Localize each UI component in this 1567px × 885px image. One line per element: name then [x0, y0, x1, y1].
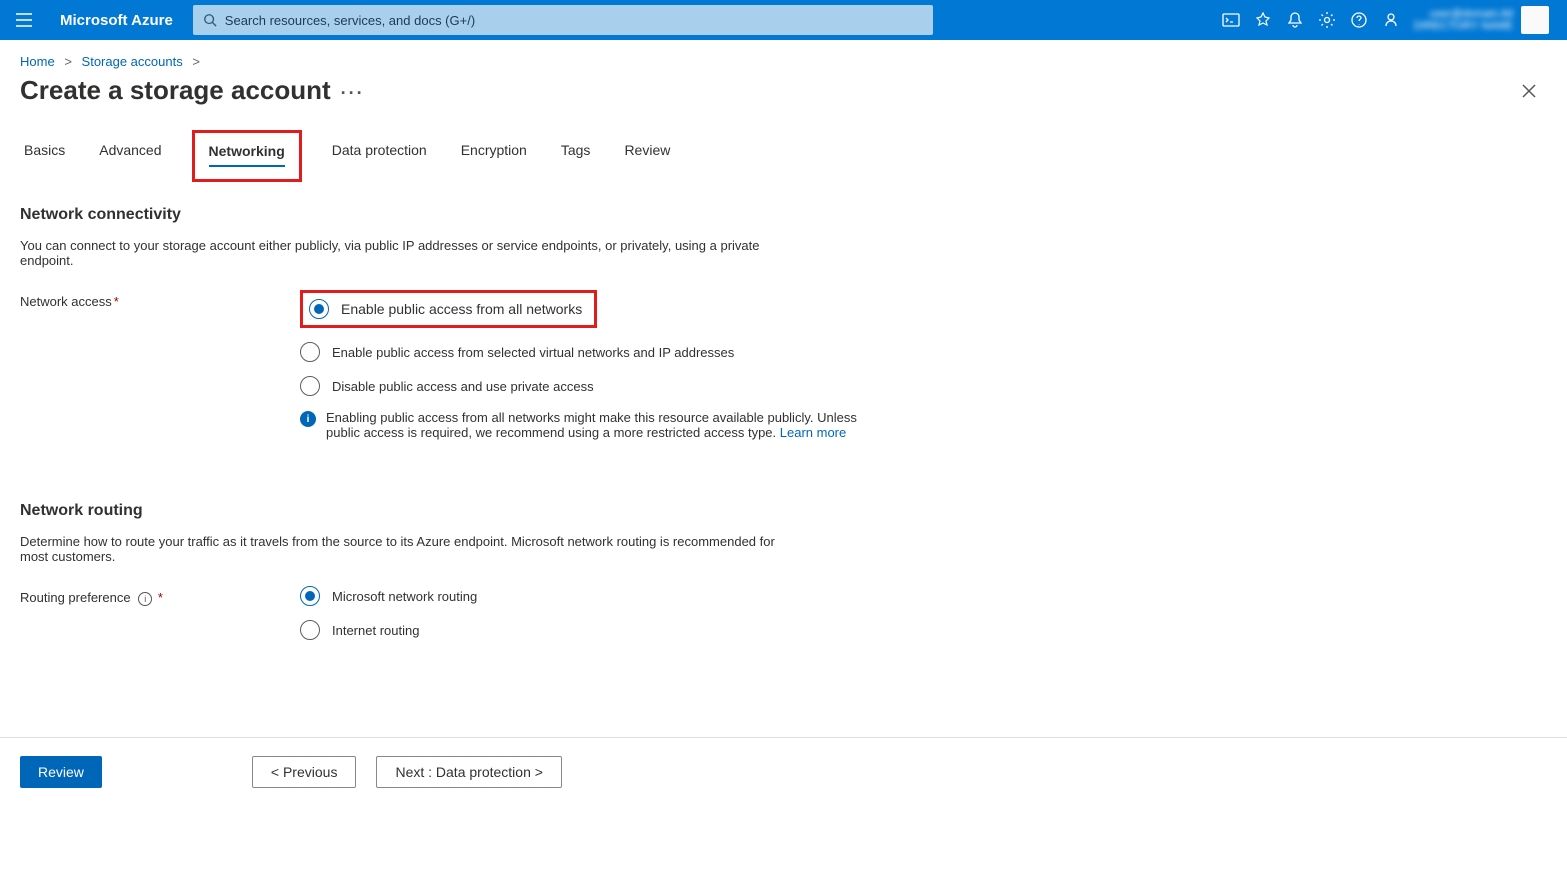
help-icon[interactable]	[1350, 11, 1368, 29]
info-outline-icon[interactable]: i	[138, 592, 152, 606]
crumb-storage-accounts[interactable]: Storage accounts	[82, 54, 183, 69]
annotation-highlight: Networking	[192, 130, 302, 182]
section-desc-network-connectivity: You can connect to your storage account …	[20, 238, 780, 268]
notifications-icon[interactable]	[1286, 11, 1304, 29]
radio-label: Internet routing	[332, 623, 419, 638]
more-dots-icon[interactable]: ···	[341, 83, 365, 103]
footer-buttons: Review < Previous Next : Data protection…	[0, 737, 1567, 806]
radio-public-all-networks[interactable]	[309, 299, 329, 319]
radio-label: Enable public access from selected virtu…	[332, 345, 734, 360]
page-title: Create a storage account···	[20, 75, 365, 106]
feedback-icon[interactable]	[1382, 11, 1400, 29]
radio-label: Disable public access and use private ac…	[332, 379, 594, 394]
brand-label[interactable]: Microsoft Azure	[50, 12, 183, 29]
account-info[interactable]: user@domain.tldDIRECTORY NAME	[1414, 6, 1549, 34]
chevron-right-icon: >	[192, 54, 200, 69]
close-icon[interactable]	[1511, 79, 1547, 103]
crumb-home[interactable]: Home	[20, 54, 55, 69]
radio-internet-routing[interactable]	[300, 620, 320, 640]
tab-data-protection[interactable]: Data protection	[328, 134, 431, 182]
tab-advanced[interactable]: Advanced	[95, 134, 165, 182]
tab-basics[interactable]: Basics	[20, 134, 69, 182]
label-network-access: Network access*	[20, 290, 290, 309]
radio-microsoft-routing[interactable]	[300, 586, 320, 606]
settings-gear-icon[interactable]	[1318, 11, 1336, 29]
radio-label: Microsoft network routing	[332, 589, 477, 604]
radio-disable-public[interactable]	[300, 376, 320, 396]
review-button[interactable]: Review	[20, 756, 102, 788]
menu-hamburger-icon[interactable]	[8, 13, 40, 27]
tabs: Basics Advanced Networking Data protecti…	[0, 134, 1567, 182]
cloud-shell-icon[interactable]	[1222, 11, 1240, 29]
tab-review[interactable]: Review	[620, 134, 674, 182]
content-panel: Network connectivity You can connect to …	[0, 182, 1430, 737]
next-button[interactable]: Next : Data protection >	[376, 756, 561, 788]
previous-button[interactable]: < Previous	[252, 756, 357, 788]
learn-more-link[interactable]: Learn more	[780, 425, 846, 440]
chevron-right-icon: >	[64, 54, 72, 69]
avatar	[1521, 6, 1549, 34]
section-title-network-routing: Network routing	[20, 502, 1410, 520]
section-desc-network-routing: Determine how to route your traffic as i…	[20, 534, 780, 564]
search-icon	[203, 13, 217, 27]
tab-encryption[interactable]: Encryption	[457, 134, 531, 182]
account-text: user@domain.tldDIRECTORY NAME	[1414, 8, 1513, 32]
tab-networking[interactable]: Networking	[205, 135, 289, 179]
info-icon: i	[300, 411, 316, 427]
section-title-network-connectivity: Network connectivity	[20, 206, 1410, 224]
topbar: Microsoft Azure user@domain.tldDIRECTORY…	[0, 0, 1567, 40]
annotation-highlight: Enable public access from all networks	[300, 290, 1410, 328]
tab-tags[interactable]: Tags	[557, 134, 595, 182]
copilot-icon[interactable]	[1254, 11, 1272, 29]
label-routing-preference: Routing preference i *	[20, 586, 290, 606]
radio-public-selected-networks[interactable]	[300, 342, 320, 362]
info-text: Enabling public access from all networks…	[326, 410, 860, 440]
search-input[interactable]	[193, 5, 933, 35]
radio-label: Enable public access from all networks	[341, 301, 582, 317]
breadcrumb: Home > Storage accounts >	[0, 40, 1567, 75]
